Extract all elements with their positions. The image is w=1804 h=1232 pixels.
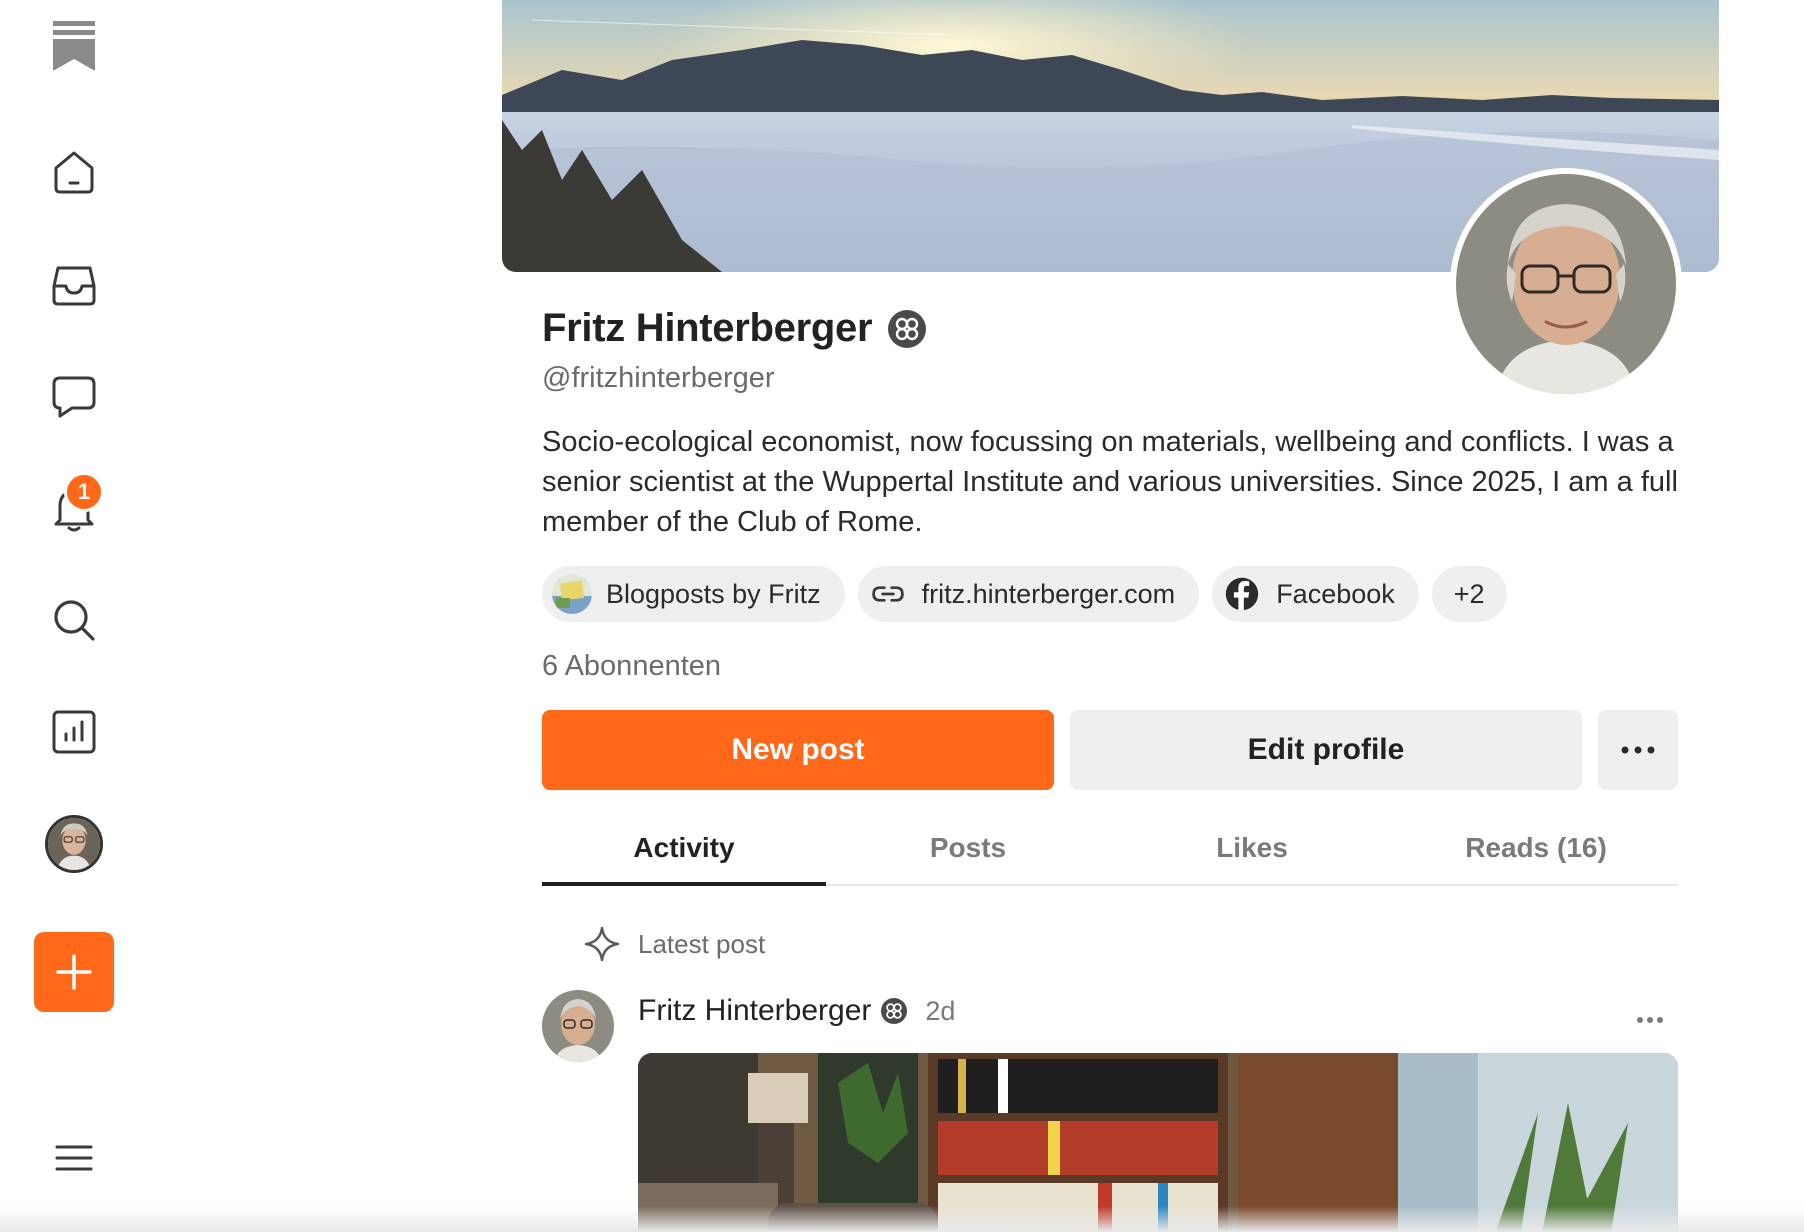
profile-name-row: Fritz Hinterberger <box>542 306 927 351</box>
search-button[interactable] <box>34 580 114 660</box>
tab-activity[interactable]: Activity <box>542 812 826 886</box>
latest-post-text: Latest post <box>638 928 766 959</box>
bookmark-logo-icon <box>53 21 95 70</box>
post-author-name[interactable]: Fritz Hinterberger <box>638 994 871 1028</box>
stats-button[interactable] <box>34 692 114 772</box>
chat-button[interactable] <box>34 356 114 436</box>
tab-posts[interactable]: Posts <box>826 812 1110 884</box>
link-chip-blog[interactable]: Blogposts by Fritz <box>542 566 845 622</box>
profile-avatar[interactable] <box>1450 168 1682 400</box>
link-chip-label: fritz.hinterberger.com <box>921 578 1176 609</box>
chart-icon <box>52 710 96 754</box>
link-chip-label: Blogposts by Fritz <box>606 578 821 609</box>
link-icon <box>868 574 908 614</box>
tab-reads[interactable]: Reads (16) <box>1394 812 1678 884</box>
post-author-avatar[interactable] <box>542 990 614 1062</box>
new-post-button[interactable]: New post <box>542 710 1054 790</box>
more-links-chip[interactable]: +2 <box>1431 566 1507 622</box>
profile-links: Blogposts by Fritz fritz.hinterberger.co… <box>542 566 1507 622</box>
sidebar: 1 <box>0 0 148 1232</box>
post-options-button[interactable] <box>1622 1000 1678 1040</box>
profile-actions: New post Edit profile <box>542 710 1678 790</box>
link-chip-label: Facebook <box>1276 578 1395 609</box>
plus-icon <box>56 954 92 990</box>
chat-icon <box>52 376 96 418</box>
link-chip-website[interactable]: fritz.hinterberger.com <box>857 566 1200 622</box>
menu-button[interactable] <box>44 1136 104 1180</box>
search-icon <box>54 600 95 641</box>
verified-badge-icon <box>888 309 927 348</box>
subscriber-count[interactable]: 6 Abonnenten <box>542 650 721 683</box>
profile-button[interactable] <box>34 804 114 884</box>
inbox-icon <box>52 266 96 306</box>
notifications-button[interactable]: 1 <box>34 468 114 548</box>
avatar <box>45 815 103 873</box>
post-timestamp: 2d <box>925 995 956 1026</box>
notification-badge: 1 <box>64 472 104 512</box>
profile-bio: Socio-ecological economist, now focussin… <box>542 426 1678 538</box>
profile-name: Fritz Hinterberger <box>542 306 873 350</box>
sparkle-icon <box>584 926 620 962</box>
home-button[interactable] <box>34 132 114 212</box>
create-button[interactable] <box>34 932 114 1012</box>
blog-thumbnail-icon <box>552 574 592 614</box>
latest-post-label: Latest post <box>584 926 765 962</box>
menu-icon <box>55 1145 93 1171</box>
ellipsis-icon <box>1621 746 1655 754</box>
tab-likes[interactable]: Likes <box>1110 812 1394 884</box>
logo-bookmark-icon[interactable] <box>34 4 114 84</box>
verified-badge-icon <box>881 998 908 1024</box>
more-options-button[interactable] <box>1598 710 1678 790</box>
post-author-line: Fritz Hinterberger 2d <box>638 994 955 1028</box>
post-header: Fritz Hinterberger 2d <box>542 990 1678 1062</box>
edit-profile-button[interactable]: Edit profile <box>1070 710 1582 790</box>
profile-tabs: Activity Posts Likes Reads (16) <box>542 812 1678 886</box>
facebook-icon <box>1222 574 1262 614</box>
inbox-button[interactable] <box>34 244 114 324</box>
bottom-edge <box>0 1206 1804 1232</box>
link-chip-facebook[interactable]: Facebook <box>1212 566 1419 622</box>
profile-handle: @fritzhinterberger <box>542 362 775 394</box>
home-icon <box>54 151 94 194</box>
ellipsis-icon <box>1637 1017 1663 1023</box>
